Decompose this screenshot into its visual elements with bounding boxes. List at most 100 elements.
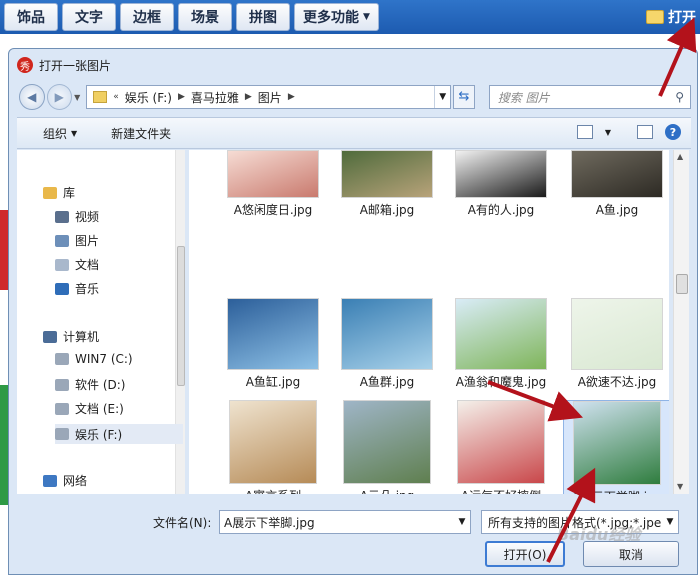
view-mode-icon[interactable] <box>576 125 593 139</box>
caret-down-icon: ▼ <box>363 12 370 22</box>
file-item[interactable]: A邮箱.jpg <box>333 150 441 218</box>
file-thumbnail <box>457 400 545 484</box>
drive-icon <box>55 353 69 365</box>
filename-dropdown-icon[interactable]: ▼ <box>454 517 470 527</box>
filetype-dropdown-icon[interactable]: ▼ <box>662 517 678 527</box>
nav-item-label: 文档 <box>75 258 100 272</box>
dialog-toolbar: 组织 ▼ 新建文件夹 ▼ ? <box>17 117 691 149</box>
tab-collage[interactable]: 拼图 <box>236 3 290 31</box>
file-name: A鱼群.jpg <box>359 375 415 389</box>
scroll-down-icon[interactable]: ▼ <box>677 482 683 491</box>
breadcrumb-drive[interactable]: 娱乐 (F:) <box>125 89 172 106</box>
new-folder-label: 新建文件夹 <box>111 126 172 141</box>
dialog-titlebar: 秀 打开一张图片 <box>9 49 697 81</box>
breadcrumb-overflow[interactable]: « <box>113 92 119 102</box>
nav-item[interactable]: 文档 <box>55 256 99 273</box>
file-item[interactable]: A鱼.jpg <box>563 150 669 218</box>
file-item[interactable]: A鱼群.jpg <box>333 298 441 390</box>
file-item[interactable]: A鱼缸.jpg <box>219 298 327 390</box>
nav-item[interactable]: 音乐 <box>55 280 99 297</box>
forward-button[interactable]: ▶ <box>46 84 73 110</box>
organize-menu[interactable]: 组织 ▼ <box>43 125 77 142</box>
nav-item[interactable]: 网络 <box>43 472 87 489</box>
tab-scene[interactable]: 场景 <box>178 3 232 31</box>
file-name: A运气不好摔倒了.jpg <box>447 488 555 494</box>
breadcrumb-current[interactable]: 图片 <box>258 89 282 106</box>
library-icon <box>43 186 57 199</box>
folder-icon <box>646 10 664 24</box>
breadcrumb-separator-icon: ▶ <box>287 92 295 102</box>
nav-item-label: 音乐 <box>75 282 100 296</box>
file-item[interactable]: A渔翁和魔鬼.jpg <box>447 298 555 390</box>
forward-arrow-icon: ▶ <box>54 90 64 104</box>
address-bar[interactable]: « 娱乐 (F:) ▶ 喜马拉雅 ▶ 图片 ▶ ▼ <box>86 85 452 109</box>
file-name: A有的人.jpg <box>467 203 535 217</box>
view-controls: ▼ ? <box>576 124 681 140</box>
caret-down-icon: ▼ <box>71 128 78 138</box>
refresh-button[interactable]: ⇆ <box>453 85 475 109</box>
file-list: A悠闲度日.jpg A邮箱.jpg A有的人.jpg A鱼.jpg A鱼缸.jpg A鱼群… <box>189 150 669 494</box>
file-thumbnail <box>571 298 663 370</box>
preview-pane-icon[interactable] <box>637 125 653 139</box>
tab-border[interactable]: 边框 <box>120 3 174 31</box>
nav-scrollbar-thumb[interactable] <box>177 246 185 386</box>
file-thumbnail <box>341 298 433 370</box>
back-button[interactable]: ◀ <box>19 84 45 110</box>
more-features-menu[interactable]: 更多功能 ▼ <box>294 3 379 31</box>
dialog-title: 打开一张图片 <box>39 58 112 73</box>
video-icon <box>55 210 69 223</box>
search-input[interactable]: 搜索 图片 ⚲ <box>488 85 691 109</box>
back-arrow-icon: ◀ <box>27 90 37 104</box>
file-thumbnail <box>227 150 319 198</box>
caret-down-icon[interactable]: ▼ <box>605 128 611 137</box>
nav-item[interactable]: 库 <box>43 184 75 201</box>
open-button-top[interactable]: 打开 <box>646 4 696 30</box>
drive-icon <box>55 428 69 440</box>
file-item[interactable]: A展示下举脚.jpg <box>563 400 669 494</box>
nav-item[interactable]: 计算机 <box>43 328 99 345</box>
scroll-up-icon[interactable]: ▲ <box>677 152 683 161</box>
file-scrollbar-thumb[interactable] <box>676 274 688 294</box>
address-row: ◀ ▶ ▼ « 娱乐 (F:) ▶ 喜马拉雅 ▶ 图片 ▶ ▼ ⇆ 搜索 图片 … <box>19 83 691 111</box>
file-thumbnail <box>573 401 661 485</box>
nav-item[interactable]: 文档 (E:) <box>55 400 124 417</box>
more-features-label: 更多功能 <box>303 10 359 26</box>
file-item[interactable]: A云朵.jpg <box>333 400 441 494</box>
filename-input[interactable]: A展示下举脚.jpg ▼ <box>219 510 471 534</box>
nav-item[interactable]: 娱乐 (F:) <box>55 424 183 444</box>
file-item[interactable]: A欲速不达.jpg <box>563 298 669 390</box>
file-name: A渔翁和魔鬼.jpg <box>455 375 547 389</box>
address-dropdown-icon[interactable]: ▼ <box>434 86 450 108</box>
file-name: A邮箱.jpg <box>359 203 415 217</box>
file-thumbnail <box>229 400 317 484</box>
file-list-scrollbar[interactable]: ▲ ▼ <box>673 150 689 494</box>
tab-text[interactable]: 文字 <box>62 3 116 31</box>
nav-item-label: 文档 (E:) <box>75 402 124 416</box>
pictures-icon <box>55 234 69 247</box>
file-name: A欲速不达.jpg <box>577 375 657 389</box>
breadcrumb-folder[interactable]: 喜马拉雅 <box>191 89 239 106</box>
app-logo-icon: 秀 <box>17 57 33 73</box>
organize-label: 组织 <box>43 126 68 141</box>
open-button[interactable]: 打开(O) <box>485 541 565 567</box>
tab-accessories[interactable]: 饰品 <box>4 3 58 31</box>
watermark: Baidu经验 <box>557 525 641 544</box>
nav-item[interactable]: 软件 (D:) <box>55 376 125 393</box>
file-thumbnail <box>343 400 431 484</box>
filename-label: 文件名(N): <box>153 516 212 530</box>
new-folder-button[interactable]: 新建文件夹 <box>111 125 171 142</box>
help-icon[interactable]: ? <box>665 124 681 140</box>
nav-item-label: WIN7 (C:) <box>75 352 133 366</box>
nav-item[interactable]: 图片 <box>55 232 99 249</box>
file-item[interactable]: A有的人.jpg <box>447 150 555 218</box>
file-item[interactable]: A悠闲度日.jpg <box>219 150 327 218</box>
file-item[interactable]: A运气不好摔倒了.jpg <box>447 400 555 494</box>
nav-item-label: 库 <box>63 186 76 200</box>
nav-item-label: 软件 (D:) <box>75 378 126 392</box>
network-icon <box>43 474 57 487</box>
open-file-dialog: 秀 打开一张图片 ◀ ▶ ▼ « 娱乐 (F:) ▶ 喜马拉雅 ▶ 图片 ▶ ▼… <box>8 48 698 575</box>
file-item[interactable]: A寓言系列（8）.jpg <box>219 400 327 494</box>
nav-item[interactable]: WIN7 (C:) <box>55 352 133 366</box>
nav-item[interactable]: 视频 <box>55 208 99 225</box>
history-dropdown-icon[interactable]: ▼ <box>74 93 80 102</box>
